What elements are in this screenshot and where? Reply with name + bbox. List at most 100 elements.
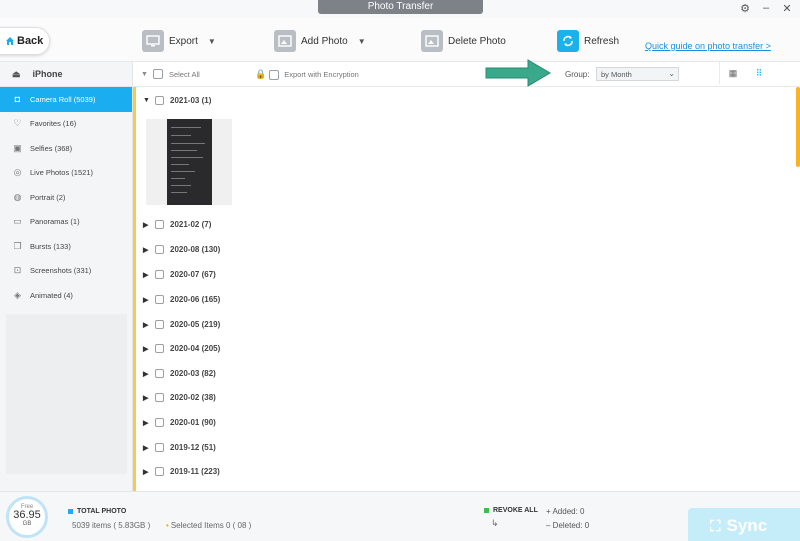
revoke-all-button[interactable]: REVOKE ALL bbox=[484, 507, 538, 514]
expand-icon[interactable]: ▶ bbox=[143, 345, 149, 353]
month-group[interactable]: ▶ 2020-05 (219) bbox=[143, 320, 220, 329]
back-button[interactable]: Back bbox=[0, 27, 50, 55]
total-photo-title: TOTAL PHOTO bbox=[68, 508, 126, 515]
eject-icon[interactable]: ⏏ bbox=[12, 69, 21, 80]
bursts-icon: ❐ bbox=[13, 240, 22, 251]
sidebar-item-favorites[interactable]: ♡ Favorites (16) bbox=[0, 112, 132, 137]
close-icon[interactable]: ✕ bbox=[780, 2, 794, 15]
quick-guide-link[interactable]: Quick guide on photo transfer > bbox=[645, 41, 771, 51]
large-grid-icon[interactable]: ▦ bbox=[720, 62, 746, 84]
month-label: 2019-12 bbox=[170, 443, 200, 452]
sync-label: Sync bbox=[726, 516, 768, 535]
month-group[interactable]: ▶ 2020-07 (67) bbox=[143, 270, 216, 279]
delete-photo-button[interactable]: Delete Photo bbox=[421, 28, 506, 54]
month-group[interactable]: ▶ 2020-04 (205) bbox=[143, 344, 220, 353]
month-label: 2020-05 bbox=[170, 320, 200, 329]
callout-arrow bbox=[485, 59, 551, 87]
expand-icon[interactable]: ▶ bbox=[143, 271, 149, 279]
added-count: + Added: 0 bbox=[546, 507, 585, 516]
person-icon: ▣ bbox=[13, 142, 22, 153]
minimize-icon[interactable]: – bbox=[759, 2, 773, 14]
month-checkbox[interactable] bbox=[155, 467, 164, 476]
month-count: (7) bbox=[201, 220, 212, 229]
month-label: 2021-03 bbox=[170, 96, 200, 105]
month-group[interactable]: ▶ 2020-01 (90) bbox=[143, 418, 216, 427]
month-group[interactable]: ▼ 2021-03 (1) bbox=[143, 96, 211, 105]
total-items: 5039 items ( 5.83GB ) bbox=[72, 521, 151, 530]
expand-icon[interactable]: ▶ bbox=[143, 370, 149, 378]
month-group[interactable]: ▶ 2019-11 (223) bbox=[143, 467, 220, 476]
collapse-icon[interactable]: ▼ bbox=[143, 97, 150, 104]
sidebar-item-animated[interactable]: ◈ Animated (4) bbox=[0, 283, 132, 308]
month-checkbox[interactable] bbox=[155, 393, 164, 402]
expand-icon[interactable]: ▶ bbox=[143, 444, 149, 452]
month-checkbox[interactable] bbox=[155, 344, 164, 353]
sidebar-item-camera-roll[interactable]: ◘ Camera Roll (5039) bbox=[0, 87, 132, 112]
select-all-checkbox[interactable] bbox=[152, 69, 163, 79]
expand-icon[interactable]: ▶ bbox=[143, 468, 149, 476]
month-count: (82) bbox=[201, 369, 216, 378]
expand-icon[interactable]: ▶ bbox=[143, 394, 149, 402]
group-select[interactable]: by Month ⌄ bbox=[596, 67, 679, 81]
month-checkbox[interactable] bbox=[155, 96, 164, 105]
expand-icon[interactable]: ▶ bbox=[143, 246, 149, 254]
month-group[interactable]: ▶ 2020-08 (130) bbox=[143, 245, 220, 254]
sidebar-item-bursts[interactable]: ❐ Bursts (133) bbox=[0, 234, 132, 259]
month-group[interactable]: ▶ 2019-12 (51) bbox=[143, 443, 216, 452]
export-label: Export bbox=[169, 35, 198, 47]
month-count: (51) bbox=[201, 443, 216, 452]
panorama-icon: ▭ bbox=[13, 216, 22, 227]
total-photo-label: TOTAL PHOTO bbox=[77, 508, 127, 515]
sync-button[interactable]: ⛶ Sync bbox=[688, 508, 800, 541]
encryption-checkbox[interactable] bbox=[269, 69, 280, 80]
month-checkbox[interactable] bbox=[155, 320, 164, 329]
month-label: 2020-03 bbox=[170, 369, 200, 378]
month-group[interactable]: ▶ 2020-06 (165) bbox=[143, 295, 220, 304]
scrollbar[interactable] bbox=[796, 87, 800, 167]
month-checkbox[interactable] bbox=[155, 220, 164, 229]
sidebar-item-label: Bursts (133) bbox=[30, 241, 71, 251]
expand-icon[interactable]: ▶ bbox=[143, 419, 149, 427]
device-header[interactable]: ⏏ iPhone bbox=[0, 62, 132, 87]
refresh-button[interactable]: Refresh bbox=[557, 28, 619, 54]
small-grid-icon[interactable]: ⠿ bbox=[746, 62, 772, 84]
export-button[interactable]: Export ▼ bbox=[142, 28, 216, 54]
refresh-icon bbox=[557, 30, 579, 52]
delete-photo-icon bbox=[421, 30, 443, 52]
add-photo-button[interactable]: Add Photo ▼ bbox=[274, 28, 366, 54]
photo-thumbnail[interactable] bbox=[146, 119, 232, 205]
screenshot-preview bbox=[166, 119, 212, 205]
sidebar-item-panoramas[interactable]: ▭ Panoramas (1) bbox=[0, 210, 132, 235]
sidebar-item-selfies[interactable]: ▣ Selfies (368) bbox=[0, 136, 132, 161]
settings-icon[interactable]: ⚙ bbox=[738, 2, 752, 15]
expand-icon[interactable]: ▶ bbox=[143, 221, 149, 229]
expand-icon[interactable]: ▶ bbox=[143, 321, 149, 329]
month-checkbox[interactable] bbox=[155, 369, 164, 378]
month-group[interactable]: ▶ 2020-02 (38) bbox=[143, 393, 216, 402]
month-checkbox[interactable] bbox=[155, 443, 164, 452]
selected-items-text: Selected Items 0 ( 08 ) bbox=[170, 521, 252, 530]
month-group[interactable]: ▶ 2021-02 (7) bbox=[143, 220, 211, 229]
export-dropdown-icon[interactable]: ▼ bbox=[208, 37, 216, 46]
select-dropdown-icon[interactable]: ▼ bbox=[141, 71, 148, 78]
window-title: Photo Transfer bbox=[318, 0, 483, 14]
sidebar-item-portrait[interactable]: ◍ Portrait (2) bbox=[0, 185, 132, 210]
month-checkbox[interactable] bbox=[155, 295, 164, 304]
sidebar-item-screenshots[interactable]: ⊡ Screenshots (331) bbox=[0, 259, 132, 284]
add-photo-dropdown-icon[interactable]: ▼ bbox=[358, 37, 366, 46]
sidebar-item-label: Panoramas (1) bbox=[30, 217, 80, 227]
month-label: 2020-01 bbox=[170, 418, 200, 427]
select-all-control[interactable]: ▼ Select All bbox=[141, 69, 200, 79]
month-checkbox[interactable] bbox=[155, 270, 164, 279]
group-select-value: by Month bbox=[601, 69, 632, 79]
month-checkbox[interactable] bbox=[155, 418, 164, 427]
title-bar: Photo Transfer ⚙ – ✕ bbox=[0, 0, 800, 18]
month-group[interactable]: ▶ 2020-03 (82) bbox=[143, 369, 216, 378]
month-checkbox[interactable] bbox=[155, 245, 164, 254]
month-count: (1) bbox=[201, 96, 212, 105]
sidebar-item-label: Portrait (2) bbox=[30, 192, 66, 202]
sidebar-item-live-photos[interactable]: ◎ Live Photos (1521) bbox=[0, 161, 132, 186]
expand-icon[interactable]: ▶ bbox=[143, 296, 149, 304]
encryption-control[interactable]: 🔒 Export with Encryption bbox=[255, 69, 359, 80]
sidebar: ⏏ iPhone ◘ Camera Roll (5039) ♡ Favorite… bbox=[0, 62, 133, 491]
